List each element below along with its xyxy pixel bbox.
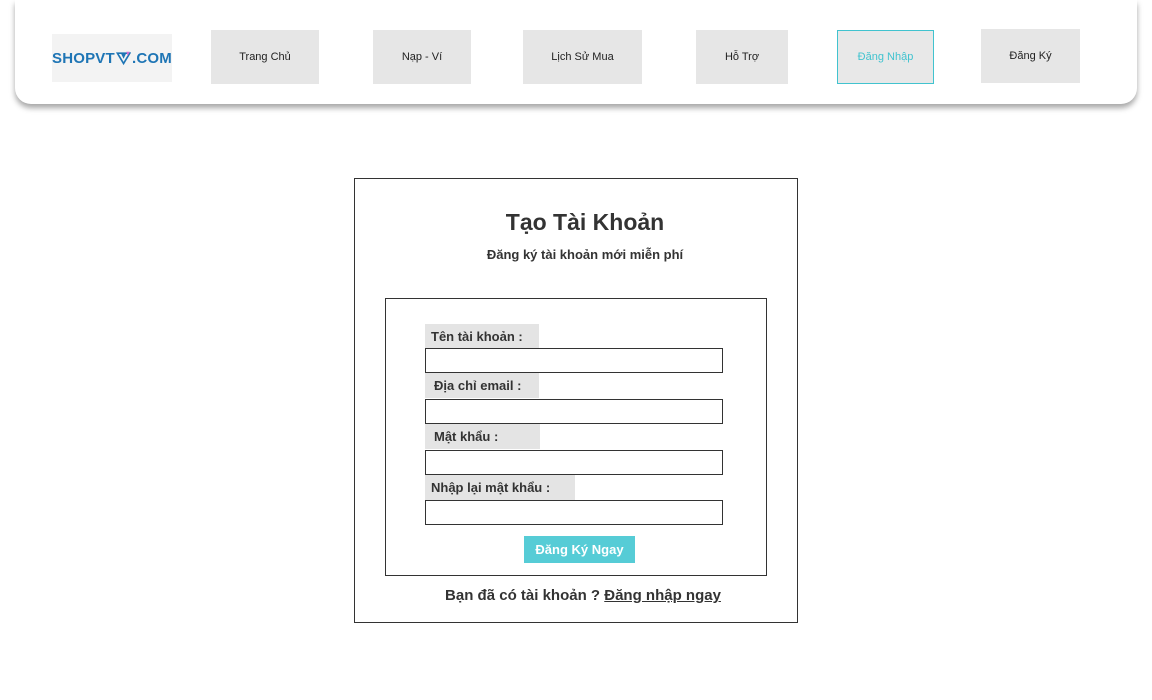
diamond-logo-icon (115, 51, 132, 66)
login-now-link[interactable]: Đăng nhập ngay (604, 587, 721, 604)
site-logo[interactable]: SHOPVT .COM (52, 34, 172, 82)
register-form: Tên tài khoản : Địa chỉ email : Mật khẩu… (385, 298, 767, 576)
nav-wallet-button[interactable]: Nạp - Ví (373, 30, 471, 84)
email-input[interactable] (425, 399, 723, 424)
logo-text-suffix: .COM (132, 49, 172, 67)
nav-register-button[interactable]: Đăng Ký (981, 29, 1080, 83)
nav-login-button[interactable]: Đăng Nhập (837, 30, 934, 84)
username-label: Tên tài khoản : (425, 324, 539, 349)
password-input[interactable] (425, 450, 723, 475)
username-input[interactable] (425, 348, 723, 373)
login-prompt: Bạn đã có tài khoản ? Đăng nhập ngay (355, 587, 797, 604)
nav-support-button[interactable]: Hỗ Trợ (696, 30, 788, 84)
confirm-password-label: Nhập lại mật khẩu : (425, 475, 575, 500)
logo-text-prefix: SHOPVT (52, 49, 115, 67)
confirm-password-input[interactable] (425, 500, 723, 525)
login-prompt-text: Bạn đã có tài khoản ? (445, 587, 605, 604)
register-submit-button[interactable]: Đăng Ký Ngay (524, 536, 635, 563)
email-label: Địa chỉ email : (425, 373, 539, 398)
nav-home-button[interactable]: Trang Chủ (211, 30, 319, 84)
register-card: Tạo Tài Khoản Đăng ký tài khoản mới miễn… (354, 178, 798, 623)
top-navbar: SHOPVT .COM Trang Chủ Nạp - Ví Lịch Sử M… (15, 0, 1137, 104)
password-label: Mật khẩu : (425, 424, 540, 449)
register-title: Tạo Tài Khoản (505, 209, 665, 235)
register-subtitle: Đăng ký tài khoản mới miễn phí (486, 247, 684, 262)
nav-purchase-history-button[interactable]: Lịch Sử Mua (523, 30, 642, 84)
